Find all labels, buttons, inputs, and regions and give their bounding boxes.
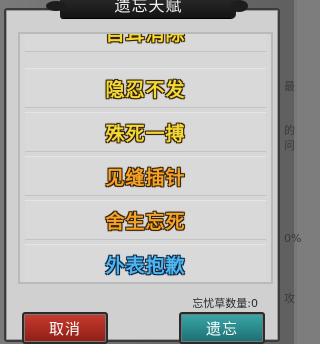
talent-item[interactable]: 殊死一搏 xyxy=(25,112,266,152)
background-text-fragment: 的 xyxy=(284,124,295,137)
herb-count-value: 0 xyxy=(251,297,258,310)
forget-button[interactable]: 遗忘 xyxy=(179,312,265,344)
background-text-fragment: 0% xyxy=(284,232,302,245)
talent-item[interactable]: 舍生忘死 xyxy=(25,200,266,240)
herb-count: 忘忧草数量:0 xyxy=(192,295,258,311)
background-text-fragment: 最 xyxy=(284,80,295,93)
herb-count-label: 忘忧草数量: xyxy=(192,297,251,310)
talent-item[interactable]: 隐忍不发 xyxy=(25,68,266,108)
talent-item[interactable]: 外表抱歉 xyxy=(25,244,266,282)
cancel-button[interactable]: 取消 xyxy=(22,312,108,344)
background-text-fragment: 问 xyxy=(284,139,295,152)
talent-item[interactable]: 自耳消除 xyxy=(25,34,266,52)
forget-talent-dialog: 自耳消除 隐忍不发 殊死一搏 见缝插针 舍生忘死 外表抱歉 忘忧草数量:0 取消… xyxy=(4,8,280,344)
talent-item[interactable]: 见缝插针 xyxy=(25,156,266,196)
background-panel-edge xyxy=(294,0,320,344)
talent-list-frame[interactable]: 自耳消除 隐忍不发 殊死一搏 见缝插针 舍生忘死 外表抱歉 xyxy=(18,32,273,284)
dialog-title: 遗忘天赋 xyxy=(114,0,183,15)
dialog-title-bar: 遗忘天赋 xyxy=(0,0,297,22)
background-text-fragment: 攻 xyxy=(284,292,295,305)
